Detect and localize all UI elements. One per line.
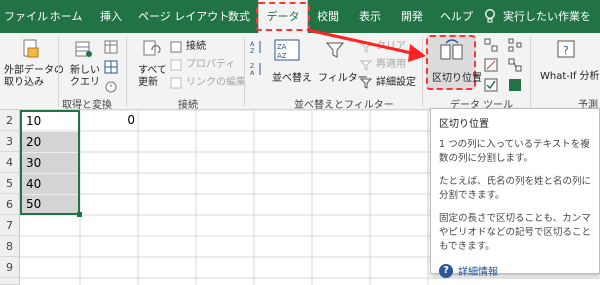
cell-a3[interactable]: 20 [22,132,78,152]
tooltip-paragraph-1: 1 つの列に入っているテキストを複数の列に分割します。 [439,139,590,164]
cell-b2[interactable]: 0 [80,110,138,131]
row-header-6[interactable]: 6 [0,194,20,215]
row-header-4[interactable]: 4 [0,152,20,173]
tooltip-help-link[interactable]: ? 詳細情報 [439,263,591,278]
tooltip-paragraph-2: たとえば、氏名の列を姓と名の列に分割できます。 [439,176,592,201]
text-to-columns-tooltip: 区切り位置 1 つの列に入っているテキストを複数の列に分割します。 たとえば、氏… [430,108,600,278]
tooltip-title: 区切り位置 [439,119,489,130]
row-header-7[interactable]: 7 [0,215,20,236]
cell-a6[interactable]: 50 [22,195,78,213]
row-header-5[interactable]: 5 [0,173,20,194]
cell-a4[interactable]: 30 [22,153,78,173]
row-header-10[interactable]: 10 [0,278,20,285]
tooltip-help-label[interactable]: 詳細情報 [458,263,498,278]
cell-a2[interactable]: 10 [22,112,78,131]
row-header-3[interactable]: 3 [0,131,20,152]
fill-handle[interactable] [77,212,82,217]
row-header-2[interactable]: 2 [0,110,20,131]
help-icon: ? [439,263,453,278]
row-header-9[interactable]: 9 [0,257,20,278]
cell-a5[interactable]: 40 [22,174,78,194]
tooltip-paragraph-3: 固定の長さで区切ることも、カンマやピリオドなどの記号で区切ることもできます。 [439,213,592,252]
row-header-8[interactable]: 8 [0,236,20,257]
